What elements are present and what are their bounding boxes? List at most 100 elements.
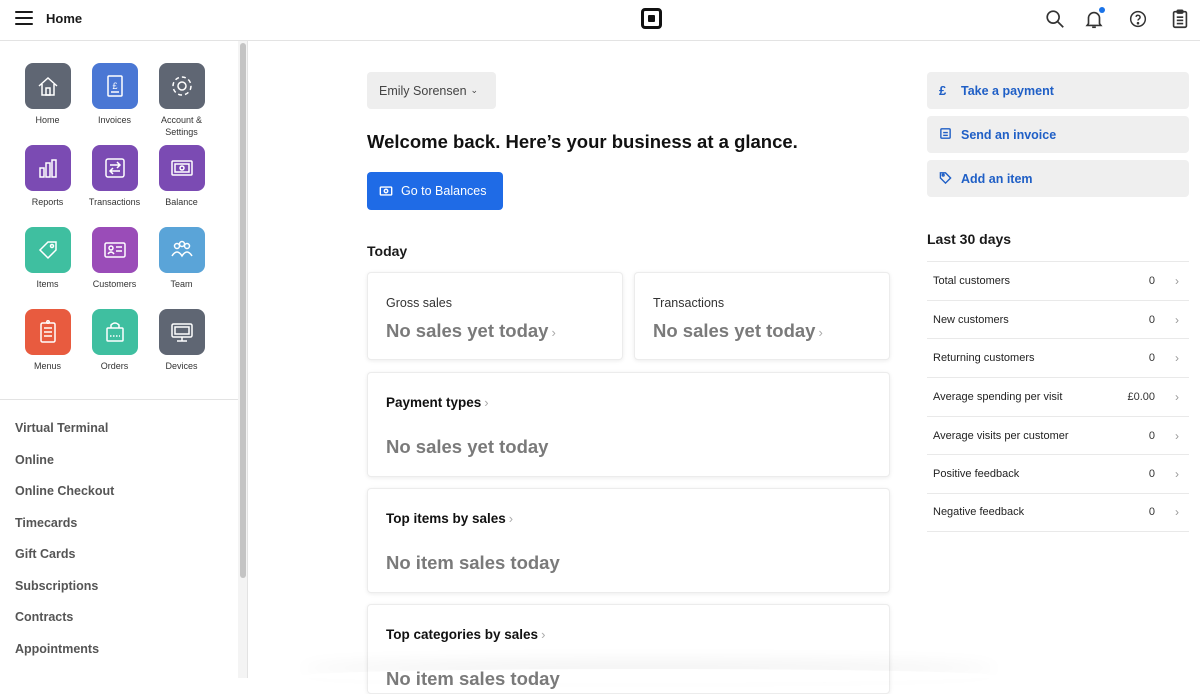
app-customers[interactable]: Customers bbox=[81, 227, 148, 302]
go-to-balances-button[interactable]: Go to Balances bbox=[367, 172, 503, 210]
app-label: Transactions bbox=[88, 197, 141, 207]
payment-types-card[interactable]: Payment types › No sales yet today bbox=[367, 372, 890, 477]
sidebar-links: Virtual Terminal Online Online Checkout Tim… bbox=[15, 421, 114, 673]
square-logo-icon[interactable] bbox=[641, 8, 662, 29]
sidebar-divider bbox=[0, 399, 238, 400]
add-item-button[interactable]: Add an item bbox=[927, 160, 1189, 197]
take-payment-label: Take a payment bbox=[961, 83, 1054, 98]
app-items[interactable]: Items bbox=[14, 227, 81, 302]
payment-types-value: No sales yet today bbox=[386, 436, 549, 457]
stat-row[interactable]: Returning customers 0 › bbox=[927, 338, 1189, 377]
app-account-settings[interactable]: Account & Settings bbox=[148, 63, 215, 138]
app-team[interactable]: Team bbox=[148, 227, 215, 302]
top-items-card[interactable]: Top items by sales › No item sales today bbox=[367, 488, 890, 593]
bottom-shadow bbox=[299, 669, 999, 683]
sidebar-item-gift-cards[interactable]: Gift Cards bbox=[15, 547, 114, 579]
app-balance[interactable]: Balance bbox=[148, 145, 215, 220]
sidebar-item-subscriptions[interactable]: Subscriptions bbox=[15, 579, 114, 611]
bar-chart-icon bbox=[24, 145, 71, 191]
top-categories-title: Top categories by sales › bbox=[386, 627, 546, 642]
help-icon[interactable] bbox=[1127, 8, 1149, 30]
stat-label: Total customers bbox=[933, 274, 1011, 287]
chevron-right-icon: › bbox=[1175, 389, 1179, 404]
go-to-balances-label: Go to Balances bbox=[401, 184, 487, 198]
stat-label: Negative feedback bbox=[933, 506, 1025, 519]
stat-row[interactable]: Negative feedback 0 › bbox=[927, 493, 1189, 532]
tag-icon bbox=[939, 171, 961, 187]
app-home[interactable]: Home bbox=[14, 63, 81, 138]
app-label: Menus bbox=[33, 361, 61, 371]
welcome-heading: Welcome back. Here’s your business at a … bbox=[367, 131, 798, 152]
gross-sales-card[interactable]: Gross sales No sales yet today › bbox=[367, 272, 623, 360]
last-30-days-heading: Last 30 days bbox=[927, 231, 1012, 247]
stat-value: 0 bbox=[1148, 468, 1155, 481]
chevron-right-icon: › bbox=[508, 511, 514, 526]
bell-icon[interactable] bbox=[1083, 7, 1105, 30]
sidebar-scrollbar[interactable] bbox=[238, 41, 247, 678]
app-label: Customers bbox=[92, 279, 137, 289]
stat-label: Average visits per customer bbox=[933, 429, 1069, 442]
app-label: Account & Settings bbox=[160, 115, 203, 137]
scrollbar-thumb[interactable] bbox=[240, 43, 246, 578]
stat-label: Average spending per visit bbox=[933, 390, 1063, 403]
app-devices[interactable]: Devices bbox=[148, 309, 215, 384]
transactions-label: Transactions bbox=[653, 296, 725, 310]
clipboard-icon[interactable] bbox=[1169, 8, 1191, 30]
notification-dot bbox=[1099, 7, 1105, 13]
stat-row[interactable]: New customers 0 › bbox=[927, 299, 1189, 339]
chevron-right-icon: › bbox=[1175, 428, 1179, 443]
sidebar-item-contracts[interactable]: Contracts bbox=[15, 610, 114, 642]
take-payment-button[interactable]: £ Take a payment bbox=[927, 72, 1189, 109]
app-invoices[interactable]: £ Invoices bbox=[81, 63, 148, 138]
sidebar-item-online-checkout[interactable]: Online Checkout bbox=[15, 484, 114, 516]
stat-label: New customers bbox=[933, 313, 1009, 326]
app-label: Home bbox=[35, 115, 60, 125]
stat-row[interactable]: Average spending per visit £0.00 › bbox=[927, 377, 1189, 416]
tag-icon bbox=[24, 227, 71, 273]
app-label: Balance bbox=[165, 197, 198, 207]
arrows-swap-icon bbox=[91, 145, 138, 191]
gross-sales-value: No sales yet today › bbox=[386, 320, 556, 341]
stat-row[interactable]: Positive feedback 0 › bbox=[927, 454, 1189, 493]
search-icon[interactable] bbox=[1044, 8, 1066, 30]
gross-sales-label: Gross sales bbox=[386, 296, 452, 310]
app-label: Orders bbox=[100, 361, 129, 371]
sidebar-item-virtual-terminal[interactable]: Virtual Terminal bbox=[15, 421, 114, 453]
main-content: Emily Sorensen ⌄ Welcome back. Here’s yo… bbox=[249, 41, 1200, 694]
user-selector-button[interactable]: Emily Sorensen ⌄ bbox=[367, 72, 496, 109]
stat-row[interactable]: Average visits per customer 0 › bbox=[927, 415, 1189, 455]
add-item-label: Add an item bbox=[961, 171, 1033, 186]
app-transactions[interactable]: Transactions bbox=[81, 145, 148, 220]
app-menus[interactable]: Menus bbox=[14, 309, 81, 384]
app-label: Devices bbox=[165, 361, 198, 371]
sidebar-item-timecards[interactable]: Timecards bbox=[15, 516, 114, 548]
chevron-right-icon: › bbox=[1175, 505, 1179, 520]
stat-label: Positive feedback bbox=[933, 468, 1020, 481]
page-title: Home bbox=[46, 11, 83, 26]
app-grid: Home £ Invoices Account & Settings Reports Tr… bbox=[14, 63, 219, 384]
stat-label: Returning customers bbox=[933, 352, 1035, 365]
chevron-right-icon: › bbox=[1175, 273, 1179, 288]
stat-row[interactable]: Total customers 0 › bbox=[927, 261, 1189, 300]
stat-value: £0.00 bbox=[1127, 390, 1155, 403]
chevron-right-icon: › bbox=[541, 627, 546, 642]
transactions-card[interactable]: Transactions No sales yet today › bbox=[634, 272, 890, 360]
chevron-right-icon: › bbox=[1175, 312, 1179, 327]
stat-value: 0 bbox=[1148, 429, 1155, 442]
top-bar: Home bbox=[0, 0, 1200, 41]
banknote-icon bbox=[158, 145, 205, 191]
sidebar-item-appointments[interactable]: Appointments bbox=[15, 642, 114, 674]
send-invoice-button[interactable]: Send an invoice bbox=[927, 116, 1189, 153]
payment-types-title: Payment types › bbox=[386, 395, 489, 410]
stat-value: 0 bbox=[1148, 274, 1155, 287]
app-reports[interactable]: Reports bbox=[14, 145, 81, 220]
app-orders[interactable]: Orders bbox=[81, 309, 148, 384]
gear-icon bbox=[158, 63, 205, 109]
top-items-title: Top items by sales › bbox=[386, 511, 514, 526]
today-heading: Today bbox=[367, 243, 408, 259]
sidebar-item-online[interactable]: Online bbox=[15, 453, 114, 485]
menu-icon bbox=[24, 309, 71, 355]
app-label: Reports bbox=[31, 197, 64, 207]
hamburger-menu-icon[interactable] bbox=[15, 11, 33, 25]
shopping-bag-icon bbox=[91, 309, 138, 355]
